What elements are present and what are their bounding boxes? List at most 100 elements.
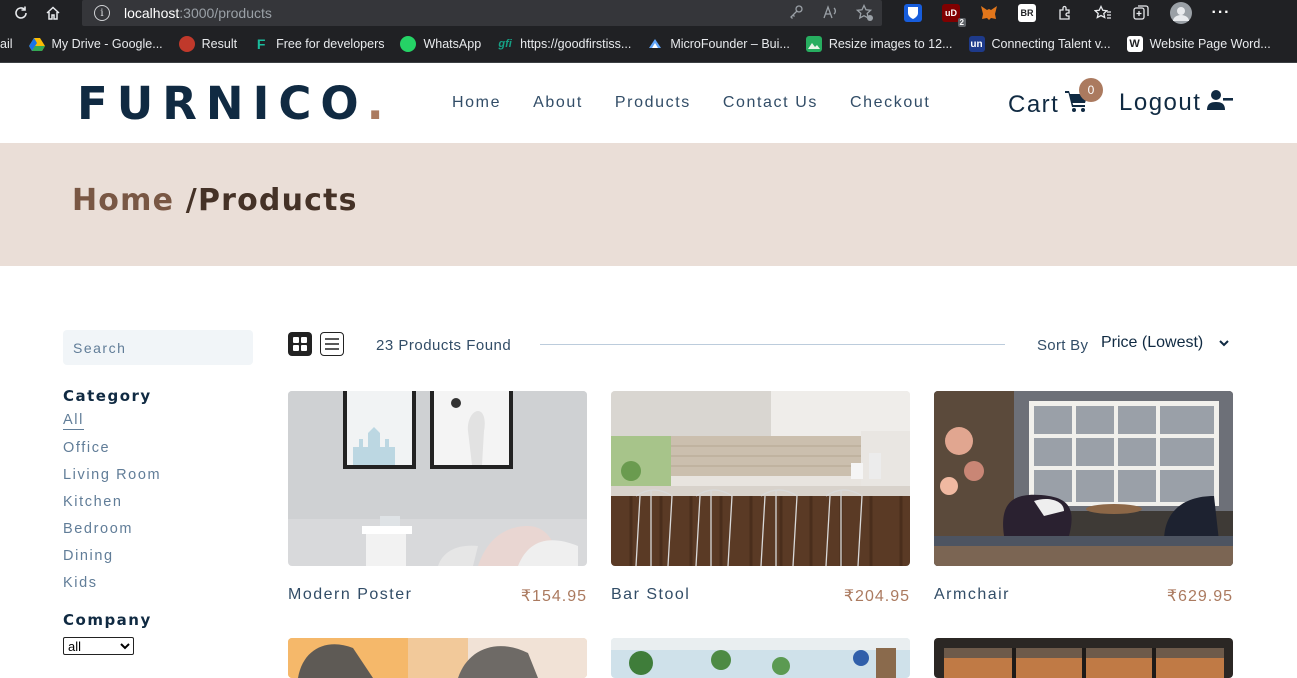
cart-button[interactable]: Cart 0 [1008, 78, 1103, 119]
category-item-office[interactable]: Office [63, 440, 253, 456]
breadcrumb-home-link[interactable]: Home [72, 183, 186, 218]
bookmark-label: Connecting Talent v... [991, 37, 1111, 51]
product-name: Armchair [934, 586, 1011, 603]
profile-avatar-icon[interactable] [1170, 2, 1192, 24]
ublock-extension-icon[interactable]: uD 2 [942, 4, 966, 27]
logout-button[interactable]: Logout [1119, 89, 1234, 117]
product-image-modern-poster[interactable] [288, 391, 587, 566]
bookmark-item[interactable]: un Connecting Talent v... [968, 36, 1111, 52]
category-item-living-room[interactable]: Living Room [63, 467, 253, 483]
bookmark-item[interactable]: MicroFounder – Bui... [647, 36, 790, 52]
br-extension-icon[interactable]: BR [1018, 4, 1036, 22]
site-logo[interactable]: FURNICO. [77, 77, 393, 130]
bookmark-item[interactable]: F Free for developers [253, 36, 385, 52]
nav-link-products[interactable]: Products [615, 94, 691, 112]
bookmark-label: WhatsApp [423, 37, 482, 51]
product-image-bar-stool[interactable] [611, 391, 910, 566]
product-image[interactable] [288, 638, 587, 678]
extensions-puzzle-icon[interactable] [1056, 4, 1074, 22]
page-hero: Home /Products [0, 143, 1297, 266]
wordpress-w-icon: W [1126, 36, 1143, 52]
sort-value: Price (Lowest) [1101, 334, 1204, 351]
site-header: FURNICO. Home About Products Contact Us … [0, 63, 1297, 143]
bookmark-label: https://goodfirstiss... [520, 37, 632, 51]
grid-view-button[interactable] [288, 332, 312, 356]
browser-toolbar: i localhost:3000/products uD 2 BR ··· [0, 0, 1297, 27]
category-item-bedroom[interactable]: Bedroom [63, 521, 253, 537]
key-icon[interactable] [788, 4, 804, 20]
products-count: 23 Products Found [376, 337, 512, 354]
bookmark-item[interactable]: Result [178, 36, 238, 52]
category-list: All Office Living Room Kitchen Bedroom D… [63, 411, 253, 591]
bookmark-item[interactable]: WhatsApp [400, 36, 481, 52]
bookmark-label: Website Page Word... [1149, 37, 1271, 51]
site-info-icon[interactable]: i [94, 5, 110, 21]
sort-bar: 23 Products Found Sort By Price (Lowest) [288, 332, 1234, 358]
product-meta: Modern Poster ₹154.95 [288, 586, 587, 606]
bookmark-label: Resize images to 12... [828, 37, 953, 51]
collections-icon[interactable] [1132, 4, 1150, 22]
nav-link-contact[interactable]: Contact Us [723, 94, 818, 112]
product-card[interactable]: Modern Poster ₹154.95 [288, 391, 587, 606]
home-icon[interactable] [42, 2, 64, 24]
nav-link-about[interactable]: About [533, 94, 583, 112]
cart-label: Cart [1008, 90, 1060, 118]
metamask-extension-icon[interactable] [980, 4, 998, 22]
list-icon [325, 338, 339, 350]
cart-count-badge: 0 [1079, 78, 1103, 102]
grid-icon [293, 337, 307, 351]
product-card[interactable]: Armchair ₹629.95 [934, 391, 1233, 606]
product-meta: Armchair ₹629.95 [934, 586, 1233, 606]
product-image-armchair[interactable] [934, 391, 1233, 566]
user-minus-icon [1201, 89, 1234, 117]
company-title: Company [63, 611, 152, 629]
unstop-icon: un [968, 36, 985, 52]
bookmarks-bar: ail My Drive - Google... Result F Free fo… [0, 26, 1297, 63]
address-bar[interactable]: i localhost:3000/products [82, 0, 882, 26]
logout-label: Logout [1119, 89, 1202, 116]
breadcrumb: Home /Products [72, 183, 358, 218]
bitwarden-extension-icon[interactable] [904, 4, 922, 22]
product-image[interactable] [611, 638, 910, 678]
bookmark-item[interactable]: gfi https://goodfirstiss... [497, 36, 631, 52]
search-input[interactable] [63, 330, 253, 365]
product-image[interactable] [934, 638, 1233, 678]
favorite-add-icon[interactable] [855, 3, 873, 21]
product-card[interactable] [934, 638, 1233, 678]
bookmark-label: ail [0, 37, 13, 51]
product-price: ₹204.95 [843, 588, 910, 605]
nav-link-home[interactable]: Home [452, 94, 501, 112]
sort-divider [540, 344, 1005, 345]
bookmark-label: Free for developers [276, 37, 385, 51]
read-aloud-icon[interactable] [822, 4, 838, 20]
result-site-icon [178, 36, 195, 52]
bookmark-item[interactable]: W Website Page Word... [1126, 36, 1271, 52]
product-card[interactable] [611, 638, 910, 678]
category-item-kids[interactable]: Kids [63, 575, 253, 591]
reload-icon[interactable] [10, 2, 32, 24]
nav-link-checkout[interactable]: Checkout [850, 94, 930, 112]
favorites-icon[interactable] [1094, 4, 1112, 22]
bookmark-item[interactable]: ail [0, 37, 13, 51]
main-nav: Home About Products Contact Us Checkout [452, 94, 930, 112]
product-card[interactable] [288, 638, 587, 678]
category-item-kitchen[interactable]: Kitchen [63, 494, 253, 510]
url-host: localhost [124, 5, 180, 21]
sort-select[interactable]: Price (Lowest) [1101, 334, 1229, 352]
product-name: Modern Poster [288, 586, 413, 603]
bookmark-label: Result [201, 37, 238, 51]
category-item-dining[interactable]: Dining [63, 548, 253, 564]
bookmark-item[interactable]: Resize images to 12... [805, 36, 953, 52]
more-menu-icon[interactable]: ··· [1212, 4, 1230, 22]
product-card[interactable]: Bar Stool ₹204.95 [611, 391, 910, 606]
bookmark-item[interactable]: My Drive - Google... [28, 36, 163, 52]
company-select[interactable]: all [63, 637, 134, 655]
free-for-dev-icon: F [256, 36, 266, 52]
whatsapp-icon [400, 36, 417, 52]
product-price: ₹629.95 [1166, 588, 1233, 605]
product-meta: Bar Stool ₹204.95 [611, 586, 910, 606]
product-name: Bar Stool [611, 586, 691, 603]
category-title: Category [63, 387, 152, 405]
list-view-button[interactable] [320, 332, 344, 356]
category-item-all[interactable]: All [63, 412, 84, 430]
